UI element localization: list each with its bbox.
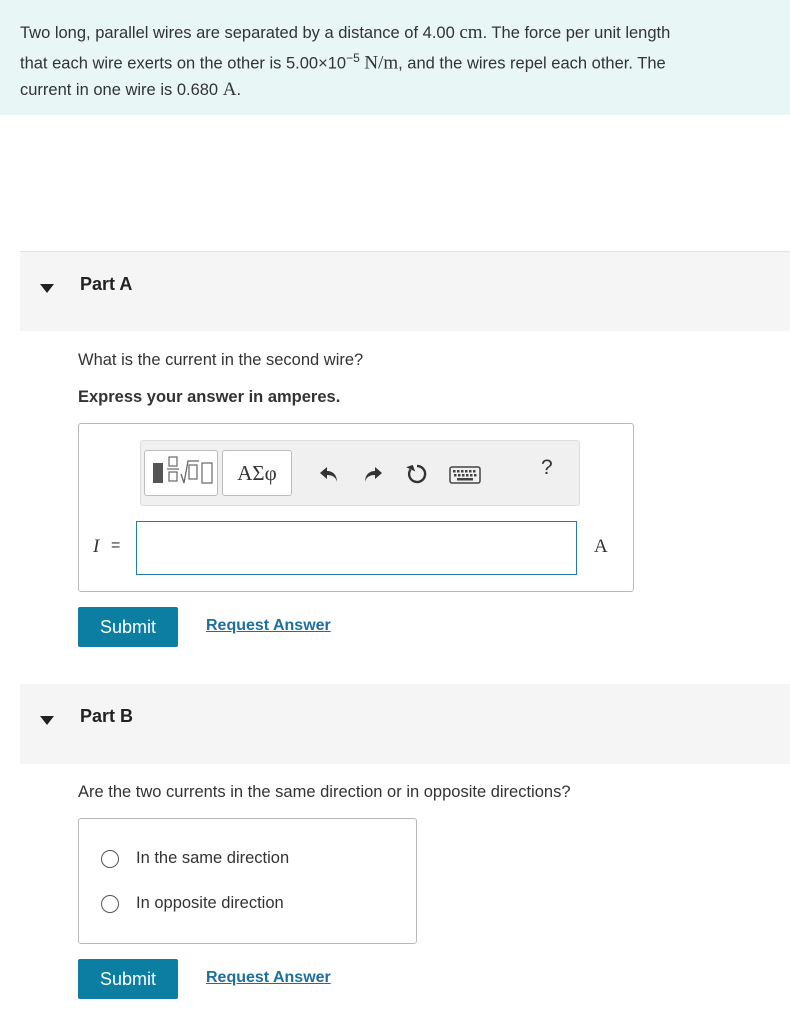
undo-icon[interactable] (317, 462, 341, 486)
unit-cm: cm (459, 22, 483, 43)
problem-line-3: current in one wire is 0.680 A. (20, 77, 770, 103)
problem-text: . (236, 80, 242, 99)
radio-opposite-direction[interactable] (101, 895, 119, 913)
part-a-instruction: Express your answer in amperes. (78, 388, 341, 406)
part-b-title: Part B (80, 706, 134, 726)
math-toolbar: ΑΣφ ? (140, 440, 580, 506)
collapse-triangle-icon[interactable] (40, 716, 54, 725)
problem-text: current in one wire is 0.680 (20, 80, 223, 99)
problem-line-1: Two long, parallel wires are separated b… (20, 20, 770, 46)
answer-variable: I (93, 536, 100, 557)
choice-label-opposite-direction[interactable]: In opposite direction (136, 894, 284, 913)
redo-icon[interactable] (361, 462, 385, 486)
part-a-question: What is the current in the second wire? (78, 351, 364, 369)
keyboard-icon[interactable] (449, 465, 481, 485)
answer-box: ΑΣφ ? I = A (78, 423, 634, 592)
greek-symbols-button[interactable]: ΑΣφ (222, 450, 292, 496)
problem-text: that each wire exerts on the other is 5.… (20, 54, 347, 73)
problem-text: , and the wires repel each other. The (398, 54, 666, 73)
part-a-title: Part A (80, 274, 133, 294)
collapse-triangle-icon[interactable] (40, 284, 54, 293)
part-b-header[interactable]: Part B (20, 684, 790, 764)
part-a-submit-button[interactable]: Submit (78, 607, 178, 647)
reset-icon[interactable] (405, 462, 429, 486)
part-b-request-answer-link[interactable]: Request Answer (206, 969, 331, 987)
choices-box: In the same direction In opposite direct… (78, 818, 417, 944)
part-b-question: Are the two currents in the same directi… (78, 783, 571, 801)
equals-sign: = (111, 537, 121, 554)
part-b-submit-button[interactable]: Submit (78, 959, 178, 999)
radio-same-direction[interactable] (101, 850, 119, 868)
templates-icon (153, 456, 213, 484)
answer-unit: A (594, 536, 608, 557)
choice-label-same-direction[interactable]: In the same direction (136, 849, 289, 868)
part-a-header[interactable]: Part A (20, 251, 790, 331)
unit-a: A (222, 78, 237, 100)
problem-text: Two long, parallel wires are separated b… (20, 24, 460, 42)
templates-button[interactable] (144, 450, 218, 496)
problem-text: . The force per unit length (482, 24, 671, 42)
problem-line-2: that each wire exerts on the other is 5.… (20, 46, 770, 77)
help-icon[interactable]: ? (541, 456, 553, 480)
answer-input[interactable] (136, 521, 577, 575)
exponent: −5 (346, 51, 360, 65)
unit-n-per-m: N/m (364, 52, 399, 74)
part-a-request-answer-link[interactable]: Request Answer (206, 617, 331, 635)
problem-statement: Two long, parallel wires are separated b… (0, 0, 790, 115)
